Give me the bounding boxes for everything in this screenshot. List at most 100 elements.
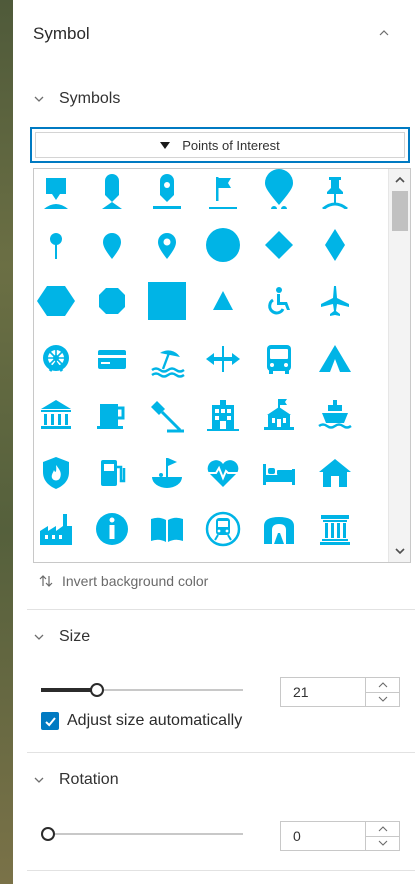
- rotation-section-header[interactable]: Rotation: [33, 771, 119, 789]
- scroll-down-icon[interactable]: [393, 544, 407, 558]
- scrollbar-thumb[interactable]: [392, 191, 408, 231]
- beach-umbrella-icon[interactable]: [147, 339, 187, 379]
- more-1-icon[interactable]: [36, 169, 76, 209]
- coffee-mug-icon[interactable]: [92, 395, 132, 435]
- panel-title: Symbol: [33, 24, 90, 43]
- symbols-section-header[interactable]: Symbols: [33, 90, 120, 108]
- more-6-icon[interactable]: [315, 169, 355, 209]
- open-book-icon-glyph: [151, 517, 183, 542]
- rotation-slider[interactable]: [41, 824, 243, 844]
- slider-thumb[interactable]: [41, 827, 55, 841]
- chevron-down-icon: [378, 840, 387, 847]
- triangle-icon[interactable]: [203, 281, 243, 321]
- information-icon-glyph: [96, 513, 128, 545]
- school-icon-glyph: [264, 399, 294, 430]
- more-2-icon[interactable]: [92, 169, 132, 209]
- circle-icon[interactable]: [203, 225, 243, 265]
- symbol-category-dropdown[interactable]: Points of Interest: [30, 127, 410, 163]
- checkbox-checked[interactable]: [41, 712, 59, 730]
- chevron-up-icon: [378, 825, 387, 832]
- ship-icon[interactable]: [315, 395, 355, 435]
- map-pin-hollow-icon[interactable]: [147, 225, 187, 265]
- chevron-down-icon: [34, 777, 44, 783]
- gas-pump-icon[interactable]: [92, 453, 132, 493]
- decrement-button[interactable]: [366, 691, 399, 707]
- divider: [27, 870, 415, 871]
- heart-rate-icon[interactable]: [203, 453, 243, 493]
- circle-icon-glyph: [206, 228, 240, 262]
- rotation-number-input[interactable]: 0: [280, 821, 400, 851]
- invert-label: Invert background color: [62, 573, 209, 589]
- map-pin-hollow-icon-glyph: [158, 233, 176, 259]
- size-value[interactable]: 21: [281, 678, 365, 706]
- school-icon[interactable]: [259, 395, 299, 435]
- wheelchair-icon[interactable]: [259, 281, 299, 321]
- size-number-input[interactable]: 21: [280, 677, 400, 707]
- checkmark-icon: [44, 716, 56, 726]
- credit-card-icon[interactable]: [92, 339, 132, 379]
- more-5-icon-glyph: [271, 206, 287, 209]
- information-icon[interactable]: [92, 509, 132, 549]
- slider-track: [41, 833, 243, 835]
- bus-icon[interactable]: [259, 339, 299, 379]
- more-4-icon-glyph: [209, 207, 237, 209]
- octagon-icon[interactable]: [92, 281, 132, 321]
- train-icon[interactable]: [203, 509, 243, 549]
- hexagon-icon-glyph: [37, 286, 75, 316]
- fire-station-icon-glyph: [43, 457, 69, 489]
- slider-thumb[interactable]: [90, 683, 104, 697]
- flag-route-icon[interactable]: [147, 395, 187, 435]
- chevron-down-icon: [378, 696, 387, 703]
- collapse-chevron-up-icon[interactable]: [377, 26, 391, 40]
- scroll-up-icon[interactable]: [393, 173, 407, 187]
- factory-icon[interactable]: [36, 509, 76, 549]
- airplane-icon-glyph: [321, 286, 349, 316]
- size-slider[interactable]: [41, 680, 243, 700]
- horizontal-arrows-icon[interactable]: [203, 339, 243, 379]
- diamond-icon[interactable]: [259, 225, 299, 265]
- more-4-icon[interactable]: [203, 169, 243, 209]
- diamond-tall-icon[interactable]: [315, 225, 355, 265]
- airplane-icon[interactable]: [315, 281, 355, 321]
- push-pin-round-icon-glyph: [50, 233, 62, 259]
- rotation-value[interactable]: 0: [281, 822, 365, 850]
- chevron-down-icon: [34, 634, 44, 640]
- symbols-section-label: Symbols: [59, 90, 121, 107]
- fire-station-icon[interactable]: [36, 453, 76, 493]
- hexagon-icon[interactable]: [36, 281, 76, 321]
- ferris-wheel-icon[interactable]: [36, 339, 76, 379]
- adjust-size-checkbox[interactable]: Adjust size automatically: [41, 712, 242, 730]
- open-book-icon[interactable]: [147, 509, 187, 549]
- more-3-icon[interactable]: [147, 169, 187, 209]
- chevron-up-icon: [378, 681, 387, 688]
- flag-route-icon-glyph: [151, 401, 184, 433]
- tunnel-icon[interactable]: [259, 509, 299, 549]
- heart-rate-icon-glyph: [207, 460, 239, 487]
- museum-icon-glyph: [41, 400, 71, 429]
- tent-icon[interactable]: [315, 339, 355, 379]
- increment-button[interactable]: [366, 678, 399, 692]
- grid-scrollbar[interactable]: [388, 169, 410, 562]
- museum-icon[interactable]: [36, 395, 76, 435]
- size-section-label: Size: [59, 628, 91, 645]
- golf-icon-glyph: [152, 458, 182, 488]
- golf-icon[interactable]: [147, 453, 187, 493]
- push-pin-round-icon[interactable]: [36, 225, 76, 265]
- factory-icon-glyph: [40, 514, 72, 545]
- size-section-header[interactable]: Size: [33, 628, 90, 646]
- chevron-down-icon: [34, 96, 44, 102]
- columns-icon[interactable]: [315, 509, 355, 549]
- increment-button[interactable]: [366, 822, 399, 836]
- map-pin-drop-icon[interactable]: [92, 225, 132, 265]
- bed-icon[interactable]: [259, 453, 299, 493]
- ferris-wheel-icon-glyph: [43, 345, 69, 372]
- more-5-icon[interactable]: [259, 169, 299, 209]
- columns-icon-glyph: [320, 515, 350, 545]
- square-icon[interactable]: [147, 281, 187, 321]
- decrement-button[interactable]: [366, 835, 399, 851]
- slider-fill: [41, 688, 97, 692]
- invert-background-toggle[interactable]: Invert background color: [38, 573, 208, 589]
- wheelchair-icon-glyph: [268, 287, 290, 315]
- building-icon[interactable]: [203, 395, 243, 435]
- home-icon[interactable]: [315, 453, 355, 493]
